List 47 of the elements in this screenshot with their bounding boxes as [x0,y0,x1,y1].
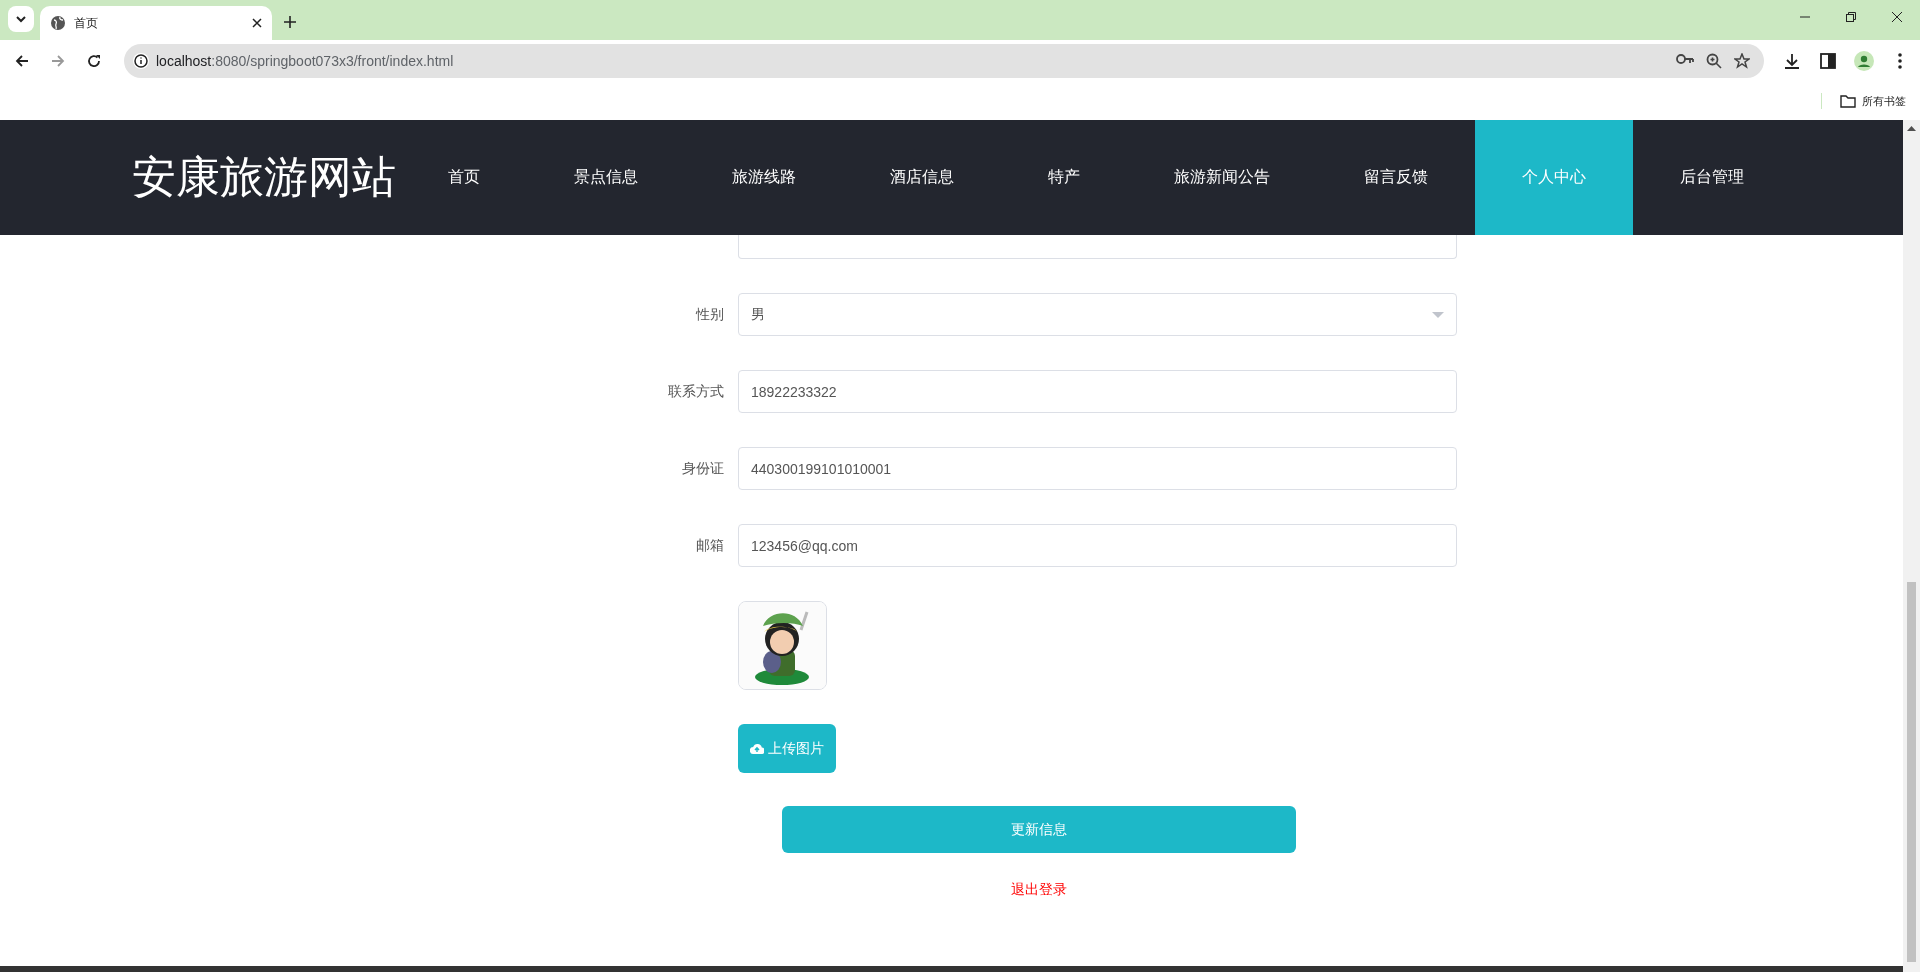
field-label: 联系方式 [668,382,724,401]
select-field[interactable]: 男 [738,293,1457,336]
restore-icon [1846,12,1856,22]
nav-item[interactable]: 旅游新闻公告 [1127,120,1317,235]
key-icon[interactable] [1676,53,1694,65]
side-panel-icon [1820,53,1836,69]
info-icon [132,52,150,70]
reload-icon [87,54,101,68]
forward-arrow-icon [51,54,65,68]
nav-item[interactable]: 酒店信息 [843,120,1001,235]
chevron-down-icon [15,13,27,25]
site-logo[interactable]: 安康旅游网站 [132,148,401,207]
nav-item[interactable]: 后台管理 [1633,120,1791,235]
field-label: 身份证 [682,459,724,478]
text-field[interactable]: 440300199101010001 [738,447,1457,490]
browser-tab[interactable]: 首页 [40,6,272,40]
field-label: 邮箱 [696,536,724,555]
url-text: localhost:8080/springboot073x3/front/index.html [156,53,455,69]
scrollbar-thumb[interactable] [1907,582,1916,962]
nav-item[interactable]: 首页 [401,120,527,235]
caret-icon [1432,311,1444,318]
nav-item[interactable]: 特产 [1001,120,1127,235]
download-icon [1784,53,1800,69]
close-icon [1892,12,1902,22]
nav-item[interactable]: 留言反馈 [1317,120,1475,235]
menu-icon [1898,53,1902,69]
close-icon[interactable] [252,18,262,28]
nav-item[interactable]: 景点信息 [527,120,685,235]
folder-icon [1840,94,1856,108]
tab-title: 首页 [74,14,99,32]
cloud-upload-icon [750,743,764,754]
star-icon[interactable] [1734,53,1750,69]
plus-icon[interactable] [284,16,296,28]
field-label: 性别 [696,305,724,324]
back-arrow-icon [15,54,29,68]
tab-list-button[interactable] [8,6,34,32]
scroll-up-icon[interactable] [1907,126,1916,131]
address-bar[interactable]: localhost:8080/springboot073x3/front/index.html [124,44,1764,78]
globe-icon [50,15,66,31]
text-field[interactable]: 123456@qq.com [738,524,1457,567]
text-field[interactable] [738,235,1457,259]
logout-link[interactable]: 退出登录 [1011,881,1067,897]
person-icon [1854,51,1874,71]
nav-item[interactable]: 旅游线路 [685,120,843,235]
bookmarks-folder[interactable]: 所有书签 [1840,93,1906,109]
text-field[interactable]: 18922233322 [738,370,1457,413]
zoom-icon[interactable] [1706,53,1722,69]
